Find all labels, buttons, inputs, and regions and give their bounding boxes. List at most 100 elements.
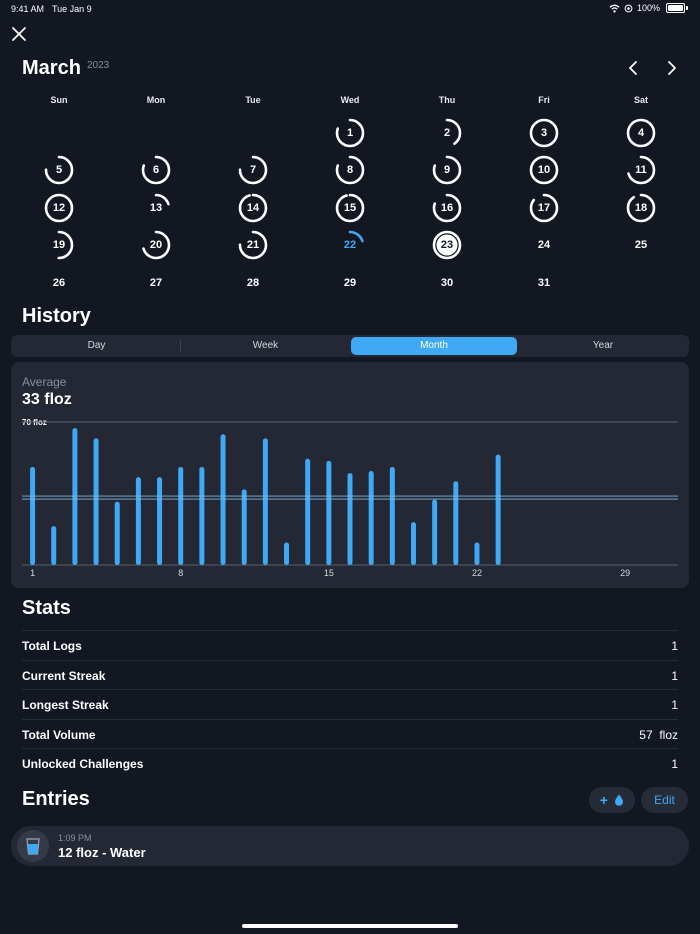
tab-week[interactable]: Week	[182, 337, 349, 355]
calendar-day[interactable]: 16	[429, 190, 465, 226]
chart-bar	[114, 501, 120, 565]
calendar-day[interactable]: 4	[623, 115, 659, 151]
chart-bar	[72, 428, 78, 565]
status-date: Tue Jan 9	[52, 4, 92, 14]
calendar-day[interactable]: 24	[526, 227, 562, 263]
calendar-day[interactable]: 17	[526, 190, 562, 226]
chart-bar	[432, 499, 438, 565]
stat-value: 1	[671, 639, 678, 653]
chart-bar	[178, 466, 184, 565]
chart-x-tick-label: 22	[472, 568, 482, 578]
calendar-day[interactable]: 30	[429, 265, 465, 301]
entry-list-item[interactable]: 1:09 PM 12 floz - Water	[11, 826, 689, 866]
calendar-day[interactable]: 2	[429, 115, 465, 151]
close-icon	[12, 27, 26, 41]
chart-bar	[347, 473, 353, 565]
weekday-label: Wed	[340, 95, 360, 105]
calendar-day-number: 14	[246, 202, 260, 214]
calendar-day-number: 20	[149, 239, 163, 251]
calendar-day[interactable]: 20	[138, 227, 174, 263]
home-indicator[interactable]	[242, 924, 458, 928]
stat-row: Unlocked Challenges 1	[22, 748, 678, 778]
stat-row: Longest Streak 1	[22, 689, 678, 719]
calendar-day-number: 31	[537, 277, 551, 289]
stats-title: Stats	[22, 597, 71, 619]
location-lock-icon	[624, 4, 633, 12]
water-glass-icon	[17, 830, 49, 862]
entries-title: Entries	[22, 788, 90, 810]
chart-bar	[135, 477, 141, 565]
calendar-day-number: 27	[149, 277, 163, 289]
edit-entries-button[interactable]: Edit	[641, 787, 688, 813]
wifi-icon	[609, 4, 620, 13]
calendar-day[interactable]: 31	[526, 265, 562, 301]
calendar-day-number: 7	[249, 164, 257, 176]
water-drop-icon	[615, 794, 624, 806]
calendar-day-number: 1	[346, 127, 354, 139]
chart-bar	[305, 458, 311, 565]
calendar-day-number: 18	[634, 202, 648, 214]
calendar-day[interactable]: 13	[138, 190, 174, 226]
close-button[interactable]	[8, 23, 30, 45]
calendar-day[interactable]: 11	[623, 152, 659, 188]
calendar-day-number: 25	[634, 239, 648, 251]
calendar-day-number: 16	[440, 202, 454, 214]
calendar-day-number: 4	[637, 127, 645, 139]
calendar-day[interactable]: 6	[138, 152, 174, 188]
calendar-day[interactable]: 18	[623, 190, 659, 226]
battery-percent: 100%	[636, 3, 660, 13]
calendar-day-number: 21	[246, 239, 260, 251]
calendar-day[interactable]: 14	[235, 190, 271, 226]
calendar-day[interactable]: 29	[332, 265, 368, 301]
stat-value: 1	[671, 698, 678, 712]
calendar-day-number: 3	[540, 127, 548, 139]
calendar-day-number: 8	[346, 164, 354, 176]
previous-month-button[interactable]	[623, 58, 643, 78]
chart-bar	[220, 434, 226, 565]
calendar-day-number: 26	[52, 277, 66, 289]
calendar-day[interactable]: 22	[332, 227, 368, 263]
chevron-right-icon	[668, 61, 676, 75]
tab-month[interactable]: Month	[351, 337, 517, 355]
stat-label: Longest Streak	[22, 698, 109, 712]
add-entry-button[interactable]: +	[589, 787, 635, 813]
tab-year[interactable]: Year	[519, 337, 687, 355]
calendar-day[interactable]: 25	[623, 227, 659, 263]
calendar-day-number: 11	[635, 164, 647, 176]
calendar-day[interactable]: 23	[429, 227, 465, 263]
calendar-day-number: 24	[537, 239, 551, 251]
calendar-day[interactable]: 15	[332, 190, 368, 226]
calendar-day[interactable]: 7	[235, 152, 271, 188]
calendar-day[interactable]: 12	[41, 190, 77, 226]
calendar-day-number: 19	[52, 239, 66, 251]
calendar-day[interactable]: 10	[526, 152, 562, 188]
calendar-day-number: 30	[440, 277, 454, 289]
stat-row: Total Volume 57 floz	[22, 718, 678, 749]
calendar-day[interactable]: 27	[138, 265, 174, 301]
calendar-day-number: 6	[152, 164, 160, 176]
battery-icon	[666, 3, 685, 13]
status-time: 9:41 AM	[11, 4, 45, 14]
calendar-day-number: 2	[443, 127, 451, 139]
chart-x-tick-label: 29	[620, 568, 630, 578]
calendar-day[interactable]: 8	[332, 152, 368, 188]
calendar-day[interactable]: 1	[332, 115, 368, 151]
stat-label: Unlocked Challenges	[22, 757, 144, 771]
calendar-day[interactable]: 9	[429, 152, 465, 188]
chart-bar	[262, 438, 268, 565]
calendar-day[interactable]: 21	[235, 227, 271, 263]
calendar-day-number: 29	[343, 277, 357, 289]
stat-row: Total Logs 1	[22, 630, 678, 660]
calendar-day[interactable]: 28	[235, 265, 271, 301]
calendar-day[interactable]: 5	[41, 152, 77, 188]
chart-x-tick-label: 1	[30, 568, 35, 578]
calendar-day-number: 12	[52, 202, 66, 214]
calendar-day[interactable]: 19	[41, 227, 77, 263]
calendar-day[interactable]: 26	[41, 265, 77, 301]
calendar-day-number: 13	[149, 202, 163, 214]
stat-value: 57 floz	[639, 727, 678, 742]
chart-bar	[474, 542, 480, 565]
next-month-button[interactable]	[662, 58, 682, 78]
tab-day[interactable]: Day	[13, 337, 180, 355]
calendar-day[interactable]: 3	[526, 115, 562, 151]
